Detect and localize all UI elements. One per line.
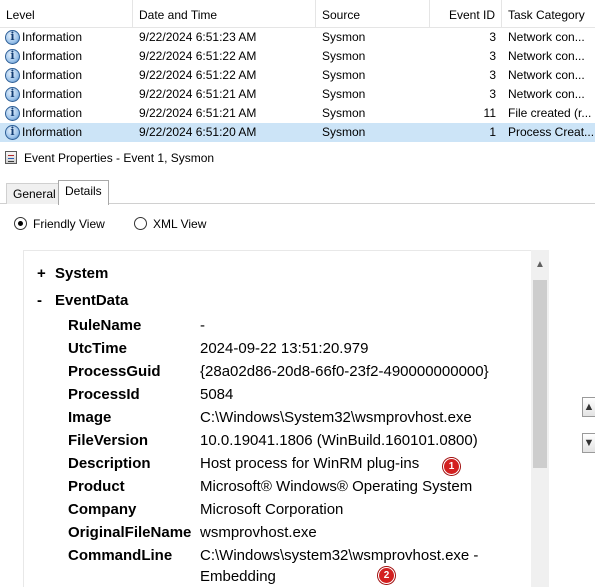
details-scrollbar[interactable]: ▲ bbox=[531, 250, 549, 587]
event-datetime: 9/22/2024 6:51:22 AM bbox=[139, 68, 257, 82]
field-value: wsmprovhost.exe bbox=[200, 524, 317, 541]
event-datetime: 9/22/2024 6:51:22 AM bbox=[139, 49, 257, 63]
field-name: Image bbox=[68, 409, 112, 426]
event-row[interactable]: Information 9/22/2024 6:51:23 AM Sysmon … bbox=[0, 28, 595, 47]
scroll-up-arrow-icon[interactable]: ▲ bbox=[531, 258, 549, 272]
expand-toggle[interactable]: + bbox=[37, 265, 55, 282]
event-source: Sysmon bbox=[322, 49, 366, 63]
event-id: 3 bbox=[489, 49, 496, 63]
event-properties-title: Event Properties - Event 1, Sysmon bbox=[24, 151, 215, 165]
event-task-category: Network con... bbox=[508, 68, 585, 82]
field-value: Microsoft® Windows® Operating System bbox=[200, 478, 473, 495]
column-header-event-id[interactable]: Event ID bbox=[430, 0, 502, 28]
column-header-date-time[interactable]: Date and Time bbox=[133, 0, 316, 28]
field-value: - bbox=[200, 317, 205, 334]
field-value: C:\Windows\system32\wsmprovhost.exe - bbox=[200, 547, 479, 564]
field-value: Microsoft Corporation bbox=[200, 501, 344, 518]
properties-tabbar: General Details bbox=[0, 180, 595, 205]
event-row[interactable]: Information 9/22/2024 6:51:21 AM Sysmon … bbox=[0, 104, 595, 123]
tab-details[interactable]: Details bbox=[58, 180, 109, 205]
information-icon bbox=[5, 68, 20, 83]
event-task-category: Network con... bbox=[508, 87, 585, 101]
annotation-badge: 2 bbox=[378, 567, 395, 584]
down-arrow-icon: ▼ bbox=[583, 437, 595, 449]
up-arrow-icon: ▲ bbox=[583, 401, 595, 413]
event-row-selected[interactable]: Information 9/22/2024 6:51:20 AM Sysmon … bbox=[0, 123, 595, 142]
friendly-view-label: Friendly View bbox=[33, 217, 105, 231]
next-event-button[interactable]: ▼ bbox=[582, 433, 595, 453]
event-task-category: Network con... bbox=[508, 49, 585, 63]
event-viewer-icon bbox=[5, 151, 17, 164]
field-value: C:\Windows\System32\wsmprovhost.exe bbox=[200, 409, 472, 426]
event-source: Sysmon bbox=[322, 30, 366, 44]
tree-node-system[interactable]: + System bbox=[37, 265, 108, 282]
column-header-level[interactable]: Level bbox=[0, 0, 133, 28]
event-id: 11 bbox=[483, 106, 496, 120]
field-name: ProcessGuid bbox=[68, 363, 161, 380]
field-value: 2024-09-22 13:51:20.979 bbox=[200, 340, 369, 357]
event-source: Sysmon bbox=[322, 106, 366, 120]
tab-general[interactable]: General bbox=[6, 183, 63, 204]
event-datetime: 9/22/2024 6:51:21 AM bbox=[139, 87, 257, 101]
event-datetime: 9/22/2024 6:51:20 AM bbox=[139, 125, 257, 139]
event-datetime: 9/22/2024 6:51:23 AM bbox=[139, 30, 257, 44]
event-source: Sysmon bbox=[322, 87, 366, 101]
event-properties-titlebar: Event Properties - Event 1, Sysmon bbox=[0, 147, 595, 169]
annotation-badge: 1 bbox=[443, 458, 460, 475]
event-task-category: Process Creat... bbox=[508, 125, 595, 139]
friendly-view-radio[interactable] bbox=[14, 217, 27, 230]
field-value: 10.0.19041.1806 (WinBuild.160101.0800) bbox=[200, 432, 478, 449]
event-level: Information bbox=[22, 106, 83, 120]
information-icon bbox=[5, 125, 20, 140]
information-icon bbox=[5, 106, 20, 121]
scroll-thumb[interactable] bbox=[533, 280, 547, 468]
friendly-view-option[interactable]: Friendly View bbox=[14, 214, 124, 234]
event-source: Sysmon bbox=[322, 68, 366, 82]
column-header-source[interactable]: Source bbox=[316, 0, 430, 28]
event-id: 3 bbox=[489, 68, 496, 82]
information-icon bbox=[5, 49, 20, 64]
tree-node-label: System bbox=[55, 265, 109, 282]
event-id: 1 bbox=[489, 125, 496, 139]
field-name: CommandLine bbox=[68, 547, 173, 564]
field-name: Company bbox=[68, 501, 137, 518]
previous-event-button[interactable]: ▲ bbox=[582, 397, 595, 417]
xml-view-label: XML View bbox=[153, 217, 207, 231]
field-name: Description bbox=[68, 455, 151, 472]
event-datetime: 9/22/2024 6:51:21 AM bbox=[139, 106, 257, 120]
collapse-toggle[interactable]: - bbox=[37, 292, 55, 309]
information-icon bbox=[5, 30, 20, 45]
event-level: Information bbox=[22, 125, 83, 139]
field-name: FileVersion bbox=[68, 432, 149, 449]
field-value-continuation: Embedding bbox=[200, 568, 276, 585]
xml-view-radio[interactable] bbox=[134, 217, 147, 230]
event-id: 3 bbox=[489, 87, 496, 101]
field-name: Product bbox=[68, 478, 125, 495]
field-name: OriginalFileName bbox=[68, 524, 192, 541]
field-value: 5084 bbox=[200, 386, 234, 403]
event-row[interactable]: Information 9/22/2024 6:51:21 AM Sysmon … bbox=[0, 85, 595, 104]
event-task-category: File created (r... bbox=[508, 106, 592, 120]
field-value: Host process for WinRM plug-ins bbox=[200, 455, 420, 472]
field-value: {28a02d86-20d8-66f0-23f2-490000000000} bbox=[200, 363, 489, 380]
event-level: Information bbox=[22, 49, 83, 63]
tree-node-eventdata[interactable]: - EventData bbox=[37, 292, 128, 309]
field-name: UtcTime bbox=[68, 340, 127, 357]
event-source: Sysmon bbox=[322, 125, 366, 139]
event-level: Information bbox=[22, 87, 83, 101]
xml-view-option[interactable]: XML View bbox=[134, 214, 224, 234]
information-icon bbox=[5, 87, 20, 102]
event-row[interactable]: Information 9/22/2024 6:51:22 AM Sysmon … bbox=[0, 47, 595, 66]
event-level: Information bbox=[22, 30, 83, 44]
event-list-header: Level Date and Time Source Event ID Task… bbox=[0, 0, 595, 28]
event-level: Information bbox=[22, 68, 83, 82]
event-task-category: Network con... bbox=[508, 30, 585, 44]
event-id: 3 bbox=[489, 30, 496, 44]
field-name: ProcessId bbox=[68, 386, 140, 403]
tree-node-label: EventData bbox=[55, 292, 129, 309]
field-name: RuleName bbox=[68, 317, 142, 334]
event-row[interactable]: Information 9/22/2024 6:51:22 AM Sysmon … bbox=[0, 66, 595, 85]
column-header-task-category[interactable]: Task Category bbox=[502, 0, 595, 28]
